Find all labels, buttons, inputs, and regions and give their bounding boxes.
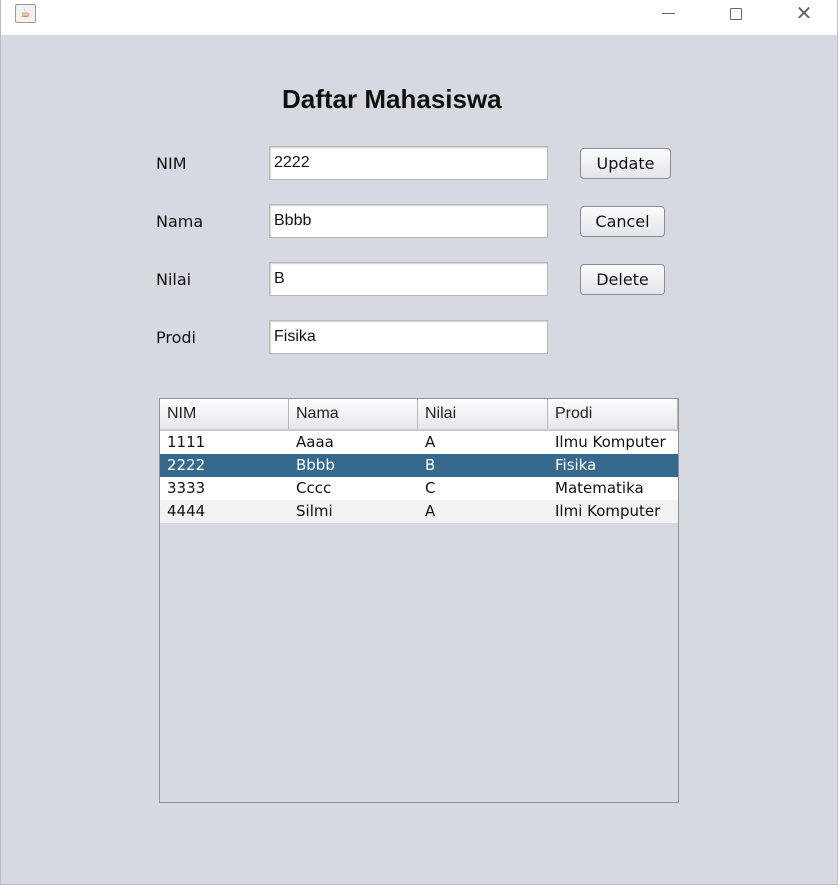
cancel-button[interactable]: Cancel: [580, 206, 665, 237]
cell-prodi: Fisika: [555, 456, 597, 474]
update-button[interactable]: Update: [580, 148, 671, 179]
table-body: 1111 Aaaa A Ilmu Komputer 2222 Bbbb B Fi…: [160, 431, 678, 523]
cell-nilai: C: [425, 479, 436, 497]
cell-nama: Aaaa: [296, 433, 334, 451]
page-title: Daftar Mahasiswa: [282, 84, 502, 114]
cell-nim: 1111: [167, 433, 206, 451]
nim-field[interactable]: [269, 146, 548, 180]
cell-nim: 4444: [167, 502, 206, 520]
cell-nim: 2222: [167, 456, 206, 474]
cell-nilai: A: [425, 433, 436, 451]
delete-button[interactable]: Delete: [580, 264, 665, 295]
cell-prodi: Ilmu Komputer: [555, 433, 666, 451]
java-cup-icon[interactable]: ☕: [15, 4, 36, 23]
table-header: NIM Nama Nilai Prodi: [160, 399, 678, 431]
cell-nilai: B: [425, 456, 436, 474]
column-header-nilai[interactable]: Nilai: [418, 399, 548, 429]
cell-nama: Bbbb: [296, 456, 335, 474]
close-icon[interactable]: ✕: [781, 0, 827, 30]
cell-nilai: A: [425, 502, 436, 520]
minimize-icon[interactable]: [646, 0, 692, 30]
nim-label: NIM: [156, 154, 187, 173]
maximize-icon[interactable]: [713, 0, 759, 30]
prodi-label: Prodi: [156, 328, 196, 347]
column-header-prodi[interactable]: Prodi: [548, 399, 678, 429]
table-row[interactable]: 1111 Aaaa A Ilmu Komputer: [160, 431, 678, 454]
cell-prodi: Ilmi Komputer: [555, 502, 661, 520]
nilai-label: Nilai: [156, 270, 192, 289]
cell-nama: Silmi: [296, 502, 333, 520]
table-row[interactable]: 3333 Cccc C Matematika: [160, 477, 678, 500]
prodi-field[interactable]: [269, 320, 548, 354]
nilai-field[interactable]: [269, 262, 548, 296]
column-header-nama[interactable]: Nama: [289, 399, 418, 429]
nama-field[interactable]: [269, 204, 548, 238]
table-row-selected[interactable]: 2222 Bbbb B Fisika: [160, 454, 678, 477]
nama-label: Nama: [156, 212, 204, 231]
cell-nim: 3333: [167, 479, 206, 497]
column-header-nim[interactable]: NIM: [160, 399, 289, 429]
cell-nama: Cccc: [296, 479, 332, 497]
table-row[interactable]: 4444 Silmi A Ilmi Komputer: [160, 500, 678, 523]
app-window: ☕ ✕ Daftar Mahasiswa NIM Nama Nilai Prod…: [0, 0, 838, 885]
title-bar: ☕ ✕: [1, 0, 837, 35]
mahasiswa-table[interactable]: NIM Nama Nilai Prodi 1111 Aaaa A Ilmu Ko…: [159, 398, 679, 803]
cell-prodi: Matematika: [555, 479, 644, 497]
